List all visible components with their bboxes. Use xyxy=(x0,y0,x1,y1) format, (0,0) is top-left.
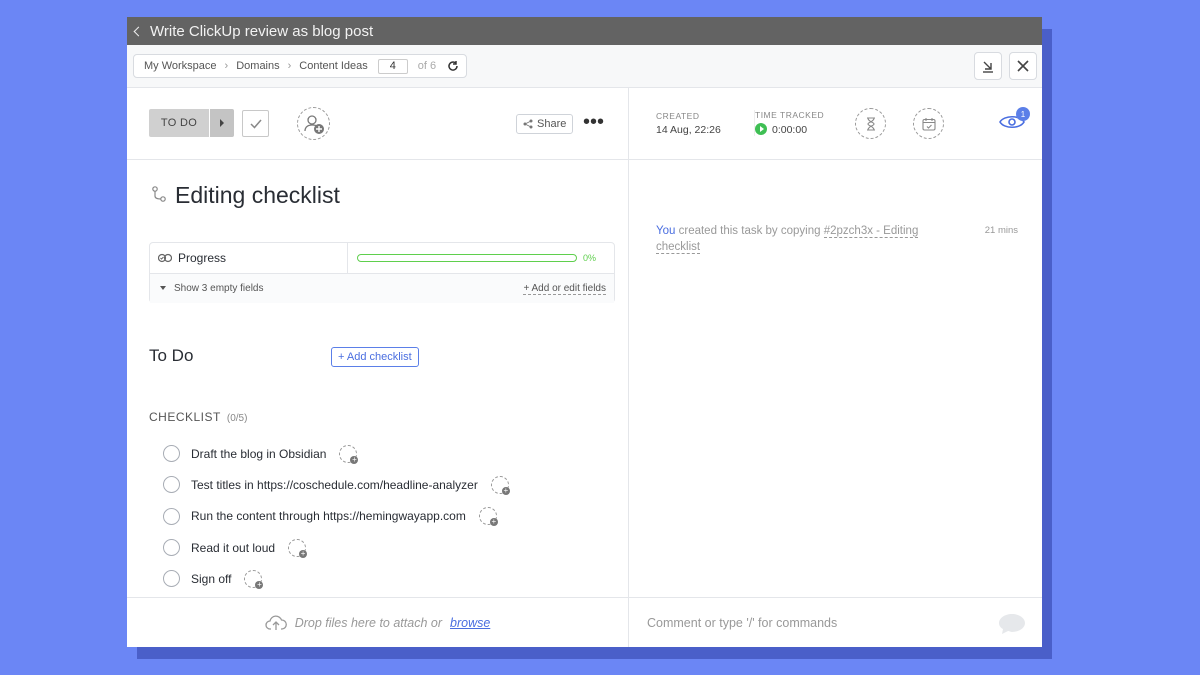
created-label: CREATED xyxy=(656,111,700,121)
close-button[interactable] xyxy=(1009,52,1037,80)
progress-value-cell: 0% xyxy=(348,243,614,273)
refresh-icon[interactable] xyxy=(446,59,460,73)
activity-text: created this task by copying xyxy=(678,225,821,237)
calendar-icon xyxy=(921,117,936,131)
attachment-dropzone[interactable]: Drop files here to attach or browse xyxy=(127,597,629,647)
checklist-item-label[interactable]: Test titles in https://coschedule.com/he… xyxy=(191,478,478,492)
activity-entry: You created this task by copying #2pzch3… xyxy=(656,223,956,255)
todo-heading: To Do xyxy=(149,346,194,365)
checklist-item-label[interactable]: Read it out loud xyxy=(191,541,275,555)
checkmark-icon xyxy=(249,119,262,129)
checklist-heading: CHECKLIST (0/5) xyxy=(149,410,247,424)
checklist-item-checkbox[interactable] xyxy=(163,445,180,463)
time-tracked-info: TIME TRACKED 0:00:00 xyxy=(754,110,824,136)
checklist-item: Test titles in https://coschedule.com/he… xyxy=(163,469,510,500)
created-value: 14 Aug, 22:26 xyxy=(656,124,721,136)
checklist-item-checkbox[interactable] xyxy=(163,476,180,494)
play-timer-icon[interactable] xyxy=(755,123,767,135)
checklist-count: (0/5) xyxy=(226,413,248,424)
add-checklist-button[interactable]: + Add checklist xyxy=(331,347,419,367)
checklist-item-checkbox[interactable] xyxy=(163,507,180,525)
close-icon xyxy=(1017,60,1029,72)
checklist-item: Read it out loud xyxy=(163,532,509,563)
watchers-count-badge: 1 xyxy=(1016,107,1030,121)
progress-icon xyxy=(158,253,172,263)
checklist-items: Draft the blog in Obsidian Test titles i… xyxy=(163,438,510,594)
breadcrumb: My Workspace › Domains › Content Ideas 4… xyxy=(133,54,468,78)
task-window: Write ClickUp review as blog post My Wor… xyxy=(127,17,1042,647)
progress-field-row: Progress 0% xyxy=(150,243,614,274)
assign-user-icon[interactable] xyxy=(490,475,510,495)
status-selector[interactable]: TO DO xyxy=(149,109,234,137)
time-tracked-value-row: 0:00:00 xyxy=(755,123,824,136)
progress-percent: 0% xyxy=(583,253,597,263)
download-icon xyxy=(983,61,993,73)
breadcrumb-workspace[interactable]: My Workspace xyxy=(144,60,217,72)
time-estimate-button[interactable] xyxy=(855,108,886,139)
more-options-icon[interactable]: ••• xyxy=(583,112,604,132)
browse-link[interactable]: browse xyxy=(450,616,490,630)
comment-input[interactable]: Comment or type '/' for commands xyxy=(647,616,837,630)
caret-right-icon xyxy=(220,119,224,127)
breadcrumb-bar: My Workspace › Domains › Content Ideas 4… xyxy=(127,45,1042,88)
activity-time: 21 mins xyxy=(984,225,1018,236)
assign-user-icon[interactable] xyxy=(288,538,308,558)
custom-fields: Progress 0% Show 3 empty fields + Add or… xyxy=(149,242,615,303)
breadcrumb-separator-icon: › xyxy=(224,60,229,72)
caret-down-icon xyxy=(160,286,166,291)
task-toolbar: TO DO Share ••• xyxy=(127,88,628,160)
hourglass-icon xyxy=(866,116,875,131)
activity-actor[interactable]: You xyxy=(656,225,675,237)
progress-bar xyxy=(357,254,577,262)
checklist-item: Sign off xyxy=(163,563,509,594)
assignee-button[interactable] xyxy=(297,107,330,140)
share-button[interactable]: Share xyxy=(516,114,574,134)
task-main-panel: TO DO Share ••• Editing checklist Progre… xyxy=(127,88,629,597)
add-edit-fields-link[interactable]: + Add or edit fields xyxy=(523,283,606,295)
status-button[interactable]: TO DO xyxy=(149,109,209,137)
checklist-item-checkbox[interactable] xyxy=(163,539,180,557)
checklist-item-label[interactable]: Run the content through https://hemingwa… xyxy=(191,509,466,523)
time-tracked-value: 0:00:00 xyxy=(772,124,808,136)
show-empty-fields-label: Show 3 empty fields xyxy=(174,283,264,294)
assign-user-icon[interactable] xyxy=(244,569,264,589)
progress-field-label: Progress xyxy=(150,243,348,273)
checklist-item-label[interactable]: Sign off xyxy=(191,572,231,586)
checklist-item: Run the content through https://hemingwa… xyxy=(163,501,509,532)
window-title: Write ClickUp review as blog post xyxy=(150,22,374,40)
task-title[interactable]: Editing checklist xyxy=(175,182,340,209)
add-user-icon xyxy=(303,114,324,134)
fields-footer: Show 3 empty fields + Add or edit fields xyxy=(150,274,614,303)
task-index-input[interactable]: 4 xyxy=(377,58,408,74)
complete-button[interactable] xyxy=(242,110,269,137)
progress-label: Progress xyxy=(178,251,227,265)
checklist-item: Draft the blog in Obsidian xyxy=(163,438,509,469)
next-status-button[interactable] xyxy=(210,109,234,137)
due-date-button[interactable] xyxy=(913,108,944,139)
show-empty-fields-toggle[interactable]: Show 3 empty fields xyxy=(160,283,264,294)
share-label: Share xyxy=(537,118,567,130)
comment-box[interactable]: Comment or type '/' for commands xyxy=(629,597,1042,647)
task-total-label: of 6 xyxy=(417,60,437,72)
subtask-icon xyxy=(152,186,166,202)
assign-user-icon[interactable] xyxy=(478,507,498,527)
checklist-item-label[interactable]: Draft the blog in Obsidian xyxy=(191,447,326,461)
task-meta-bar: CREATED 14 Aug, 22:26 TIME TRACKED 0:00:… xyxy=(629,88,1042,160)
activity-panel: CREATED 14 Aug, 22:26 TIME TRACKED 0:00:… xyxy=(629,88,1042,597)
created-info: CREATED 14 Aug, 22:26 xyxy=(656,111,721,136)
dropzone-text: Drop files here to attach or xyxy=(294,615,442,630)
breadcrumb-list[interactable]: Content Ideas xyxy=(299,60,368,72)
back-chevron-icon[interactable] xyxy=(133,26,144,36)
window-titlebar: Write ClickUp review as blog post xyxy=(127,17,1042,45)
assign-user-icon[interactable] xyxy=(339,444,359,464)
share-icon xyxy=(523,119,533,129)
comment-bubble-icon[interactable] xyxy=(998,613,1026,635)
checklist-item-checkbox[interactable] xyxy=(163,570,180,588)
checklist-title[interactable]: CHECKLIST xyxy=(149,410,221,424)
time-tracked-label: TIME TRACKED xyxy=(755,110,825,120)
cloud-upload-icon xyxy=(265,615,287,630)
breadcrumb-space[interactable]: Domains xyxy=(236,60,279,72)
breadcrumb-separator-icon: › xyxy=(287,60,292,72)
download-button[interactable] xyxy=(974,52,1002,80)
